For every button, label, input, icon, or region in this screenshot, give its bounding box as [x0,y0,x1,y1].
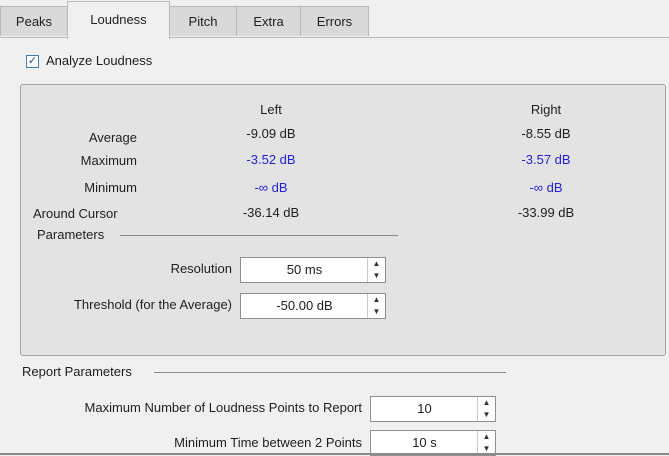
threshold-spin-buttons[interactable]: ▲ ▼ [367,294,385,318]
tab-pitch[interactable]: Pitch [169,6,237,36]
analyze-loudness-label[interactable]: Analyze Loudness [46,53,152,68]
column-header-right: Right [530,102,562,117]
minimum-right-value: -∞ dB [529,180,563,195]
row-label-minimum: Minimum [84,180,137,195]
threshold-value[interactable]: -50.00 dB [241,294,368,318]
increment-icon[interactable]: ▲ [478,431,495,443]
column-header-left: Left [260,102,282,117]
tab-errors[interactable]: Errors [300,6,369,36]
row-label-average: Average [88,130,137,145]
resolution-spin-buttons[interactable]: ▲ ▼ [367,258,385,282]
max-points-label: Maximum Number of Loudness Points to Rep… [84,400,362,415]
parameters-divider [120,235,398,236]
tab-peaks[interactable]: Peaks [0,6,68,36]
max-points-stepper[interactable]: 10 ▲ ▼ [370,396,496,422]
resolution-label: Resolution [170,261,232,276]
tab-loudness[interactable]: Loudness [67,1,170,39]
tab-extra[interactable]: Extra [236,6,301,36]
min-time-value[interactable]: 10 s [371,431,478,455]
decrement-icon[interactable]: ▼ [478,409,495,421]
min-time-label: Minimum Time between 2 Points [174,435,362,450]
around-cursor-left-value: -36.14 dB [242,205,300,220]
resolution-value[interactable]: 50 ms [241,258,368,282]
maximum-left-value: -3.52 dB [246,152,296,167]
around-cursor-right-value: -33.99 dB [517,205,575,220]
increment-icon[interactable]: ▲ [368,294,385,306]
resolution-stepper[interactable]: 50 ms ▲ ▼ [240,257,386,283]
max-points-spin-buttons[interactable]: ▲ ▼ [477,397,495,421]
increment-icon[interactable]: ▲ [478,397,495,409]
minimum-left-value: -∞ dB [254,180,288,195]
loudness-panel: Left Right Average -9.09 dB -8.55 dB Max… [20,84,666,356]
report-parameters-divider [154,372,506,373]
threshold-label: Threshold (for the Average) [73,297,232,312]
row-label-around-cursor: Around Cursor [33,206,118,221]
report-parameters-title: Report Parameters [22,364,132,379]
increment-icon[interactable]: ▲ [368,258,385,270]
min-time-spin-buttons[interactable]: ▲ ▼ [477,431,495,455]
parameters-group-title: Parameters [37,227,105,242]
decrement-icon[interactable]: ▼ [368,306,385,318]
maximum-right-value: -3.57 dB [521,152,571,167]
threshold-stepper[interactable]: -50.00 dB ▲ ▼ [240,293,386,319]
max-points-value[interactable]: 10 [371,397,478,421]
tab-bar: Peaks Loudness Pitch Extra Errors [0,0,669,39]
average-left-value: -9.09 dB [246,126,296,141]
row-label-maximum: Maximum [80,153,137,168]
average-right-value: -8.55 dB [521,126,571,141]
analyze-loudness-checkbox[interactable]: ✓ [26,55,39,68]
decrement-icon[interactable]: ▼ [368,270,385,282]
